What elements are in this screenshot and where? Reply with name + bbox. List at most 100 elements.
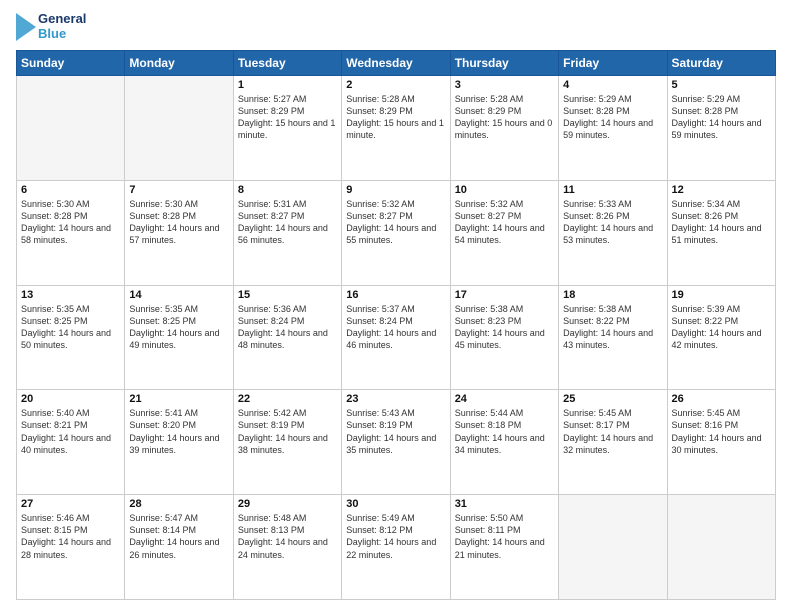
calendar-body: 1 Sunrise: 5:27 AM Sunset: 8:29 PM Daylig…	[17, 75, 776, 599]
weekday-header-monday: Monday	[125, 50, 233, 75]
cell-text: Sunrise: 5:44 AM Sunset: 8:18 PM Dayligh…	[455, 407, 554, 456]
calendar-cell: 14Sunrise: 5:35 AM Sunset: 8:25 PM Dayli…	[125, 285, 233, 390]
cell-text: Sunrise: 5:50 AM Sunset: 8:11 PM Dayligh…	[455, 512, 554, 561]
cell-text: Sunrise: 5:42 AM Sunset: 8:19 PM Dayligh…	[238, 407, 337, 456]
weekday-header-sunday: Sunday	[17, 50, 125, 75]
calendar-cell: 31 Sunrise: 5:50 AM Sunset: 8:11 PM Dayli…	[450, 495, 558, 600]
calendar-cell: 24 Sunrise: 5:44 AM Sunset: 8:18 PM Dayli…	[450, 390, 558, 495]
calendar-cell: 23 Sunrise: 5:43 AM Sunset: 8:19 PM Dayli…	[342, 390, 450, 495]
page: General Blue SundayMondayTuesdayWednesda…	[0, 0, 792, 612]
day-number: 1	[238, 79, 337, 91]
day-number: 10	[455, 184, 554, 196]
day-number: 28	[129, 498, 228, 510]
day-number: 27	[21, 498, 120, 510]
calendar-cell: 16 Sunrise: 5:37 AM Sunset: 8:24 PM Dayli…	[342, 285, 450, 390]
calendar-cell: 4Sunrise: 5:29 AM Sunset: 8:28 PM Daylig…	[559, 75, 667, 180]
cell-text: Sunrise: 5:33 AM Sunset: 8:26 PM Dayligh…	[563, 198, 662, 247]
day-number: 30	[346, 498, 445, 510]
cell-text: Sunrise: 5:39 AM Sunset: 8:22 PM Dayligh…	[672, 303, 771, 352]
cell-text: Sunrise: 5:28 AM Sunset: 8:29 PM Dayligh…	[455, 93, 554, 142]
day-number: 29	[238, 498, 337, 510]
weekday-header-thursday: Thursday	[450, 50, 558, 75]
week-row-4: 27 Sunrise: 5:46 AM Sunset: 8:15 PM Dayli…	[17, 495, 776, 600]
calendar-cell: 29 Sunrise: 5:48 AM Sunset: 8:13 PM Dayli…	[233, 495, 341, 600]
logo-general: General	[38, 12, 86, 27]
day-number: 24	[455, 393, 554, 405]
cell-text: Sunrise: 5:47 AM Sunset: 8:14 PM Dayligh…	[129, 512, 228, 561]
calendar-cell: 8Sunrise: 5:31 AM Sunset: 8:27 PM Daylig…	[233, 180, 341, 285]
weekday-header-row: SundayMondayTuesdayWednesdayThursdayFrid…	[17, 50, 776, 75]
calendar-cell: 22Sunrise: 5:42 AM Sunset: 8:19 PM Dayli…	[233, 390, 341, 495]
day-number: 7	[129, 184, 228, 196]
cell-text: Sunrise: 5:46 AM Sunset: 8:15 PM Dayligh…	[21, 512, 120, 561]
cell-text: Sunrise: 5:38 AM Sunset: 8:23 PM Dayligh…	[455, 303, 554, 352]
day-number: 21	[129, 393, 228, 405]
cell-text: Sunrise: 5:32 AM Sunset: 8:27 PM Dayligh…	[346, 198, 445, 247]
cell-text: Sunrise: 5:34 AM Sunset: 8:26 PM Dayligh…	[672, 198, 771, 247]
day-number: 12	[672, 184, 771, 196]
calendar-cell: 5Sunrise: 5:29 AM Sunset: 8:28 PM Daylig…	[667, 75, 775, 180]
cell-text: Sunrise: 5:43 AM Sunset: 8:19 PM Dayligh…	[346, 407, 445, 456]
day-number: 3	[455, 79, 554, 91]
header: General Blue	[16, 12, 776, 42]
calendar-cell: 27 Sunrise: 5:46 AM Sunset: 8:15 PM Dayli…	[17, 495, 125, 600]
day-number: 11	[563, 184, 662, 196]
day-number: 20	[21, 393, 120, 405]
logo-triangle-icon	[16, 13, 36, 41]
week-row-3: 20 Sunrise: 5:40 AM Sunset: 8:21 PM Dayli…	[17, 390, 776, 495]
calendar-cell: 2 Sunrise: 5:28 AM Sunset: 8:29 PM Daylig…	[342, 75, 450, 180]
week-row-0: 1 Sunrise: 5:27 AM Sunset: 8:29 PM Daylig…	[17, 75, 776, 180]
day-number: 16	[346, 289, 445, 301]
calendar-cell	[667, 495, 775, 600]
calendar-cell: 6 Sunrise: 5:30 AM Sunset: 8:28 PM Daylig…	[17, 180, 125, 285]
day-number: 31	[455, 498, 554, 510]
calendar-cell: 1 Sunrise: 5:27 AM Sunset: 8:29 PM Daylig…	[233, 75, 341, 180]
weekday-header-saturday: Saturday	[667, 50, 775, 75]
day-number: 15	[238, 289, 337, 301]
cell-text: Sunrise: 5:30 AM Sunset: 8:28 PM Dayligh…	[21, 198, 120, 247]
day-number: 23	[346, 393, 445, 405]
cell-text: Sunrise: 5:38 AM Sunset: 8:22 PM Dayligh…	[563, 303, 662, 352]
calendar-cell: 25Sunrise: 5:45 AM Sunset: 8:17 PM Dayli…	[559, 390, 667, 495]
day-number: 25	[563, 393, 662, 405]
logo-blue: Blue	[38, 27, 86, 42]
cell-text: Sunrise: 5:27 AM Sunset: 8:29 PM Dayligh…	[238, 93, 337, 142]
cell-text: Sunrise: 5:32 AM Sunset: 8:27 PM Dayligh…	[455, 198, 554, 247]
cell-text: Sunrise: 5:28 AM Sunset: 8:29 PM Dayligh…	[346, 93, 445, 142]
cell-text: Sunrise: 5:41 AM Sunset: 8:20 PM Dayligh…	[129, 407, 228, 456]
calendar-cell: 9 Sunrise: 5:32 AM Sunset: 8:27 PM Daylig…	[342, 180, 450, 285]
cell-text: Sunrise: 5:48 AM Sunset: 8:13 PM Dayligh…	[238, 512, 337, 561]
cell-text: Sunrise: 5:29 AM Sunset: 8:28 PM Dayligh…	[563, 93, 662, 142]
day-number: 14	[129, 289, 228, 301]
day-number: 19	[672, 289, 771, 301]
cell-text: Sunrise: 5:31 AM Sunset: 8:27 PM Dayligh…	[238, 198, 337, 247]
day-number: 13	[21, 289, 120, 301]
calendar-cell	[17, 75, 125, 180]
calendar-cell: 7Sunrise: 5:30 AM Sunset: 8:28 PM Daylig…	[125, 180, 233, 285]
day-number: 2	[346, 79, 445, 91]
calendar-cell: 19 Sunrise: 5:39 AM Sunset: 8:22 PM Dayli…	[667, 285, 775, 390]
calendar-cell	[559, 495, 667, 600]
calendar-cell: 26Sunrise: 5:45 AM Sunset: 8:16 PM Dayli…	[667, 390, 775, 495]
calendar-cell	[125, 75, 233, 180]
cell-text: Sunrise: 5:37 AM Sunset: 8:24 PM Dayligh…	[346, 303, 445, 352]
weekday-header-friday: Friday	[559, 50, 667, 75]
calendar-cell: 17 Sunrise: 5:38 AM Sunset: 8:23 PM Dayli…	[450, 285, 558, 390]
cell-text: Sunrise: 5:49 AM Sunset: 8:12 PM Dayligh…	[346, 512, 445, 561]
cell-text: Sunrise: 5:40 AM Sunset: 8:21 PM Dayligh…	[21, 407, 120, 456]
calendar-cell: 28 Sunrise: 5:47 AM Sunset: 8:14 PM Dayli…	[125, 495, 233, 600]
calendar-cell: 10 Sunrise: 5:32 AM Sunset: 8:27 PM Dayli…	[450, 180, 558, 285]
cell-text: Sunrise: 5:29 AM Sunset: 8:28 PM Dayligh…	[672, 93, 771, 142]
day-number: 17	[455, 289, 554, 301]
calendar-table: SundayMondayTuesdayWednesdayThursdayFrid…	[16, 50, 776, 600]
calendar-cell: 15Sunrise: 5:36 AM Sunset: 8:24 PM Dayli…	[233, 285, 341, 390]
day-number: 26	[672, 393, 771, 405]
calendar-cell: 21 Sunrise: 5:41 AM Sunset: 8:20 PM Dayli…	[125, 390, 233, 495]
calendar-cell: 30 Sunrise: 5:49 AM Sunset: 8:12 PM Dayli…	[342, 495, 450, 600]
day-number: 18	[563, 289, 662, 301]
calendar-cell: 12 Sunrise: 5:34 AM Sunset: 8:26 PM Dayli…	[667, 180, 775, 285]
day-number: 9	[346, 184, 445, 196]
weekday-header-tuesday: Tuesday	[233, 50, 341, 75]
week-row-2: 13Sunrise: 5:35 AM Sunset: 8:25 PM Dayli…	[17, 285, 776, 390]
day-number: 6	[21, 184, 120, 196]
